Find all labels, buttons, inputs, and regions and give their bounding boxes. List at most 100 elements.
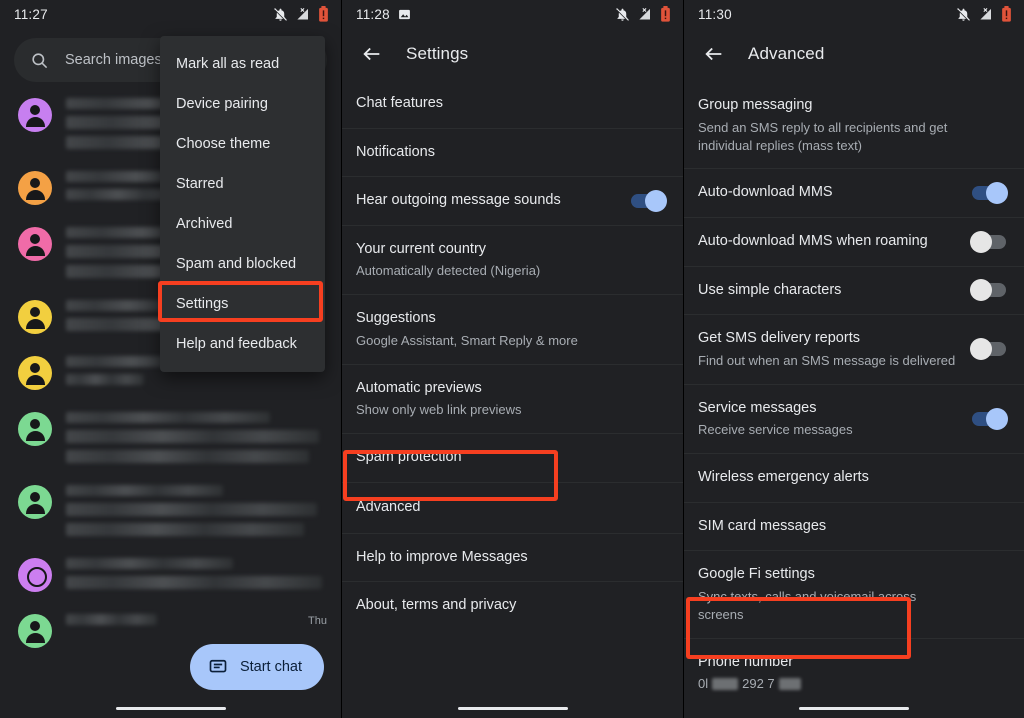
start-chat-button[interactable]: Start chat (189, 644, 324, 690)
avatar (18, 412, 52, 446)
row-subtitle: Send an SMS reply to all recipients and … (698, 119, 948, 153)
toggle-auto-download-mms-roaming[interactable] (970, 230, 1006, 253)
menu-item-device-pairing[interactable]: Device pairing (160, 84, 325, 124)
advanced-settings-list[interactable]: Group messaging Send an SMS reply to all… (684, 82, 1024, 718)
back-arrow-icon[interactable] (702, 42, 726, 66)
back-arrow-icon[interactable] (360, 42, 384, 66)
row-title: About, terms and privacy (356, 597, 517, 614)
settings-row-auto-download-mms[interactable]: Auto-download MMS (684, 169, 1024, 218)
status-bar-clock: 11:28 (356, 6, 390, 22)
avatar (18, 614, 52, 648)
avatar (18, 558, 52, 592)
toggle-hear-outgoing-message-sounds[interactable] (631, 189, 667, 212)
settings-row-automatic-previews[interactable]: Automatic previews Show only web link pr… (342, 365, 683, 435)
settings-row-get-sms-delivery-reports[interactable]: Get SMS delivery reports Find out when a… (684, 315, 1024, 385)
settings-row-hear-outgoing-message-sounds[interactable]: Hear outgoing message sounds (342, 177, 683, 226)
phone-number-middle: 292 7 (742, 676, 775, 692)
menu-item-archived[interactable]: Archived (160, 204, 325, 244)
settings-row-phone-number[interactable]: Phone number 0l 292 7 (684, 639, 1024, 708)
row-title: Wireless emergency alerts (698, 469, 869, 486)
menu-item-starred[interactable]: Starred (160, 164, 325, 204)
status-bar: 11:30 (684, 0, 1024, 28)
row-title: Google Fi settings (698, 566, 815, 583)
settings-row-sim-card-messages[interactable]: SIM card messages (684, 503, 1024, 552)
row-title: Hear outgoing message sounds (356, 192, 561, 209)
toggle-service-messages[interactable] (972, 407, 1008, 430)
row-subtitle: 0l 292 7 (698, 675, 801, 693)
row-title: Chat features (356, 95, 444, 111)
settings-row-group-messaging[interactable]: Group messaging Send an SMS reply to all… (684, 82, 1024, 170)
settings-row-help-to-improve-messages[interactable]: Help to improve Messages (342, 534, 683, 583)
list-item[interactable] (0, 544, 341, 600)
search-icon (32, 52, 48, 68)
settings-row-google-fi-settings[interactable]: Google Fi settings Sync texts, calls and… (684, 551, 1024, 639)
row-subtitle: Automatically detected (Nigeria) (356, 263, 541, 279)
toggle-get-sms-delivery-reports[interactable] (970, 338, 1006, 361)
notifications-off-icon (957, 7, 970, 22)
row-subtitle: Sync texts, calls and voicemail across s… (698, 588, 917, 622)
toggle-use-simple-characters[interactable] (970, 279, 1006, 302)
menu-item-mark-all-as-read[interactable]: Mark all as read (160, 44, 325, 84)
menu-item-label: Mark all as read (176, 56, 280, 72)
row-title: SIM card messages (698, 517, 827, 534)
three-screenshot-composite: 11:27 Search images an Thu Start chat Ma… (0, 0, 1024, 718)
start-chat-label: Start chat (239, 659, 302, 675)
settings-row-notifications[interactable]: Notifications (342, 129, 683, 178)
phone-number-redaction (778, 678, 801, 691)
row-title: Phone number (698, 653, 794, 670)
settings-row-your-current-country[interactable]: Your current country Automatically detec… (342, 226, 683, 296)
menu-item-settings[interactable]: Settings (160, 284, 325, 324)
list-item[interactable] (0, 398, 341, 471)
row-subtitle: Find out when an SMS message is delivere… (698, 352, 956, 368)
avatar (18, 300, 52, 334)
message-icon (209, 659, 227, 673)
status-bar: 11:27 (0, 0, 341, 28)
menu-item-label: Spam and blocked (176, 256, 297, 272)
menu-item-help-and-feedback[interactable]: Help and feedback (160, 324, 325, 364)
settings-row-suggestions[interactable]: Suggestions Google Assistant, Smart Repl… (342, 295, 683, 365)
row-title: Service messages (698, 399, 817, 416)
battery-alert-icon (1002, 6, 1011, 22)
avatar (18, 227, 52, 261)
toggle-auto-download-mms[interactable] (972, 182, 1008, 205)
list-item[interactable] (0, 471, 341, 544)
row-subtitle: Show only web link previews (356, 402, 522, 418)
row-title: Notifications (356, 143, 435, 160)
battery-alert-icon (319, 6, 328, 22)
menu-item-label: Help and feedback (176, 336, 297, 352)
settings-row-chat-features[interactable]: Chat features (342, 80, 683, 129)
toolbar: Settings (342, 28, 683, 80)
row-subtitle: Receive service messages (698, 422, 853, 438)
row-title: Your current country (356, 240, 487, 257)
menu-item-label: Archived (176, 216, 233, 232)
signal-no-service-icon (980, 7, 991, 19)
settings-row-spam-protection[interactable]: Spam protection (342, 434, 683, 483)
settings-row-use-simple-characters[interactable]: Use simple characters (684, 267, 1024, 316)
menu-item-choose-theme[interactable]: Choose theme (160, 124, 325, 164)
settings-row-about-terms-and-privacy[interactable]: About, terms and privacy (342, 582, 683, 630)
row-title: Auto-download MMS when roaming (698, 233, 928, 249)
image-icon (398, 9, 410, 19)
toolbar: Advanced (684, 28, 1024, 80)
phone-number-redaction (712, 678, 739, 691)
row-title: Suggestions (356, 310, 436, 327)
messages-conversation-list-screen: 11:27 Search images an Thu Start chat Ma… (0, 0, 341, 718)
settings-row-auto-download-mms-roaming[interactable]: Auto-download MMS when roaming (684, 218, 1024, 267)
settings-row-service-messages[interactable]: Service messages Receive service message… (684, 385, 1024, 455)
row-title: Get SMS delivery reports (698, 330, 860, 347)
phone-number-prefix: 0l (698, 676, 709, 692)
notifications-off-icon (274, 7, 287, 22)
row-subtitle: Google Assistant, Smart Reply & more (356, 332, 578, 348)
menu-item-label: Settings (176, 296, 229, 312)
settings-row-wireless-emergency-alerts[interactable]: Wireless emergency alerts (684, 454, 1024, 503)
settings-list[interactable]: Chat features Notifications Hear outgoin… (342, 80, 683, 718)
signal-no-service-icon (639, 7, 650, 19)
menu-item-spam-and-blocked[interactable]: Spam and blocked (160, 244, 325, 284)
avatar (18, 98, 52, 132)
overflow-menu[interactable]: Mark all as read Device pairing Choose t… (160, 36, 325, 372)
settings-row-advanced[interactable]: Advanced (342, 483, 683, 534)
list-item-timestamp: Thu (308, 615, 327, 627)
messages-advanced-settings-screen: 11:30 Advanced Group messaging Send an S… (683, 0, 1024, 718)
row-title: Group messaging (698, 97, 813, 113)
row-title: Automatic previews (356, 379, 482, 396)
